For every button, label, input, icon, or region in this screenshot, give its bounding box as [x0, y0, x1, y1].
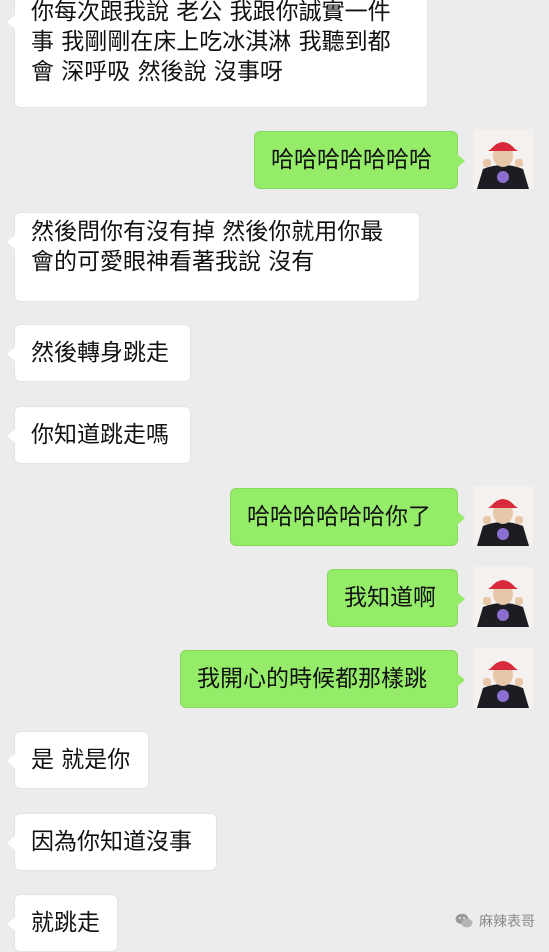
message-text: 我知道啊: [344, 585, 436, 611]
message-incoming[interactable]: 你每次跟我說 老公 我跟你誠實一件事 我剛剛在床上吃冰淇淋 我聽到都會 深呼吸 …: [7, 0, 428, 108]
message-outgoing[interactable]: 哈哈哈哈哈哈哈: [254, 131, 465, 189]
avatar-image: [473, 129, 533, 189]
wechat-icon: [455, 913, 473, 928]
message-incoming[interactable]: 因為你知道沒事: [7, 813, 217, 871]
avatar-image: [473, 567, 533, 627]
watermark: 麻辣表哥: [455, 911, 535, 931]
avatar-image: [473, 648, 533, 708]
message-outgoing[interactable]: 我知道啊: [327, 569, 465, 627]
message-outgoing[interactable]: 我開心的時候都那樣跳: [180, 650, 465, 708]
message-text: 哈哈哈哈哈哈哈: [271, 147, 432, 173]
message-text: 就跳走: [31, 910, 100, 936]
message-text: 哈哈哈哈哈哈你了: [247, 504, 431, 530]
message-text: 然後問你有沒有掉 然後你就用你最會的可愛眼神看著我說 沒有: [31, 219, 384, 275]
message-incoming[interactable]: 你知道跳走嗎: [7, 406, 191, 464]
user-avatar[interactable]: [473, 567, 533, 627]
user-avatar[interactable]: [473, 486, 533, 546]
avatar-image: [473, 486, 533, 546]
message-incoming[interactable]: 就跳走: [7, 894, 118, 952]
message-incoming[interactable]: 然後轉身跳走: [7, 324, 191, 382]
message-text: 我開心的時候都那樣跳: [197, 666, 427, 692]
watermark-text: 麻辣表哥: [479, 914, 535, 930]
message-text: 是 就是你: [31, 747, 131, 773]
message-incoming[interactable]: 然後問你有沒有掉 然後你就用你最會的可愛眼神看著我說 沒有: [7, 212, 420, 302]
message-text: 然後轉身跳走: [31, 340, 169, 366]
user-avatar[interactable]: [473, 648, 533, 708]
message-text: 因為你知道沒事: [31, 829, 192, 855]
message-text: 你知道跳走嗎: [31, 422, 169, 448]
user-avatar[interactable]: [473, 129, 533, 189]
message-outgoing[interactable]: 哈哈哈哈哈哈你了: [230, 488, 465, 546]
message-text: 你每次跟我說 老公 我跟你誠實一件事 我剛剛在床上吃冰淇淋 我聽到都會 深呼吸 …: [31, 0, 391, 85]
message-incoming[interactable]: 是 就是你: [7, 731, 149, 789]
chat-thread: 你每次跟我說 老公 我跟你誠實一件事 我剛剛在床上吃冰淇淋 我聽到都會 深呼吸 …: [0, 0, 549, 952]
